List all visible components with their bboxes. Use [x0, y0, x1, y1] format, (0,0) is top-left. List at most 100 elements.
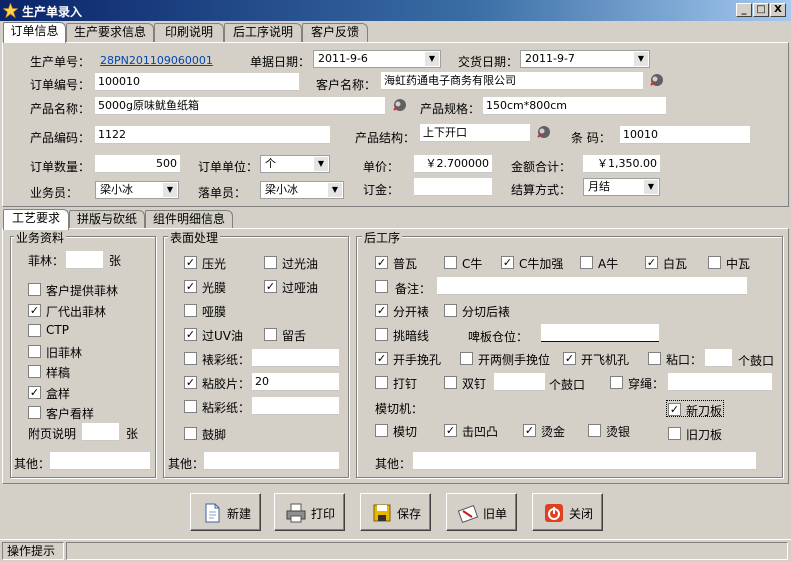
post-row4-2-checkbox[interactable]: ✓: [563, 352, 576, 365]
post-row7-1-checkbox[interactable]: ✓: [444, 424, 457, 437]
product-input[interactable]: 5000g原味鱿鱼纸箱: [95, 97, 385, 115]
dark-line-checkbox[interactable]: [375, 328, 388, 341]
save-button[interactable]: 保存: [360, 493, 431, 531]
close-window-button[interactable]: X: [770, 3, 786, 17]
surface-item-6-label: 留舌: [282, 329, 307, 343]
customer-input[interactable]: 海虹药通电子商务有限公司: [381, 72, 643, 90]
post-row5-0-checkbox[interactable]: [375, 376, 388, 389]
tab-components[interactable]: 组件明细信息: [145, 210, 233, 229]
post-row1-4-checkbox[interactable]: ✓: [645, 256, 658, 269]
surface-item-3-checkbox[interactable]: ✓: [264, 280, 277, 293]
delivery-picker[interactable]: 2011-9-7 ▼: [520, 50, 650, 68]
surface-item-5-checkbox[interactable]: ✓: [184, 328, 197, 341]
tab-order-info[interactable]: 订单信息: [3, 22, 66, 43]
post-row1-1-checkbox[interactable]: [444, 256, 457, 269]
old-knife-checkbox[interactable]: [668, 427, 681, 440]
business-item-3-checkbox[interactable]: [28, 344, 41, 358]
business-item-1-checkbox[interactable]: ✓: [28, 303, 41, 317]
new-button[interactable]: 新建: [190, 493, 261, 531]
code-input[interactable]: 1122: [95, 126, 330, 144]
tab-post-process[interactable]: 后工序说明: [224, 23, 302, 42]
qty-input[interactable]: 500: [95, 155, 180, 173]
post-row1-5-checkbox[interactable]: [708, 256, 721, 269]
chevron-down-icon: ▼: [425, 52, 439, 66]
business-item-4-checkbox[interactable]: [28, 365, 41, 378]
post-row4-0-checkbox[interactable]: ✓: [375, 352, 388, 365]
surface-item-2-checkbox[interactable]: ✓: [184, 280, 197, 293]
mount-paper-input[interactable]: [252, 349, 339, 367]
business-item-6-checkbox[interactable]: [28, 406, 41, 419]
rope-input[interactable]: [668, 373, 772, 391]
tab-print-desc[interactable]: 印刷说明: [154, 23, 224, 42]
post-row4-1-checkbox[interactable]: [460, 352, 473, 365]
beer-input[interactable]: [541, 324, 659, 342]
double-nail-input[interactable]: [494, 373, 545, 391]
prod-no-link[interactable]: 28PN201109060001: [100, 54, 213, 67]
business-item-0-checkbox[interactable]: [28, 283, 41, 296]
remark-input[interactable]: [437, 277, 747, 295]
post-row1-2-checkbox[interactable]: ✓: [501, 256, 514, 269]
spec-input[interactable]: 150cm*800cm: [483, 97, 666, 115]
surface-item-6-checkbox[interactable]: [264, 328, 277, 341]
clerk-label: 落单员：: [198, 186, 247, 200]
surface-item-9-checkbox[interactable]: [184, 400, 197, 413]
post-other-input[interactable]: [413, 452, 756, 470]
post-row7-2-checkbox[interactable]: ✓: [523, 424, 536, 437]
total-input: ￥1,350.00: [583, 155, 660, 173]
post-row7-0-checkbox[interactable]: [375, 424, 388, 437]
post-row1-0-checkbox[interactable]: ✓: [375, 256, 388, 269]
tab-customer-feedback[interactable]: 客户反馈: [302, 23, 368, 42]
surface-item-4-checkbox[interactable]: [184, 304, 197, 317]
post-row5-2-checkbox[interactable]: [610, 376, 623, 389]
deposit-input[interactable]: [414, 178, 492, 196]
title-bar: 生产单录入 _ □ X: [0, 0, 791, 21]
tab-craft-req[interactable]: 工艺要求: [3, 209, 69, 230]
business-other-input[interactable]: [50, 452, 150, 470]
unit-select[interactable]: 个 ▼: [260, 155, 330, 173]
product-picker-button[interactable]: [391, 97, 411, 115]
post-row7-3-checkbox[interactable]: [588, 424, 601, 437]
customer-picker-button[interactable]: [648, 72, 668, 90]
color-paper-input[interactable]: [252, 397, 339, 415]
order-no-input[interactable]: 100010: [95, 73, 299, 91]
total-label: 金额合计：: [511, 160, 572, 174]
close-button[interactable]: 关闭: [532, 493, 603, 531]
unit-label: 订单单位：: [198, 160, 259, 174]
sales-select[interactable]: 梁小冰 ▼: [95, 181, 179, 199]
surface-item-1-checkbox[interactable]: [264, 256, 277, 269]
post-row5-1-checkbox[interactable]: [444, 376, 457, 389]
surface-item-10-checkbox[interactable]: [184, 427, 197, 440]
surface-other-input[interactable]: [204, 452, 339, 470]
film-stick-input[interactable]: 20: [252, 373, 339, 391]
minimize-button[interactable]: _: [736, 3, 752, 17]
business-item-2-checkbox[interactable]: [28, 324, 41, 337]
print-button[interactable]: 打印: [274, 493, 345, 531]
tab-imposition[interactable]: 拼版与砍纸: [69, 210, 145, 229]
old-order-button[interactable]: 旧单: [446, 493, 517, 531]
tab-production-req[interactable]: 生产要求信息: [66, 23, 154, 42]
barcode-input[interactable]: 10010: [620, 126, 750, 144]
spec-label: 产品规格：: [420, 102, 481, 116]
remark-checkbox[interactable]: [375, 280, 388, 293]
surface-item-8-label: 粘胶片：: [202, 377, 251, 391]
split-before-checkbox[interactable]: ✓: [375, 304, 388, 317]
surface-item-8-checkbox[interactable]: ✓: [184, 376, 197, 389]
film-input[interactable]: [66, 251, 103, 269]
post-row4-3-checkbox[interactable]: [648, 352, 661, 365]
post-row7-3-label: 烫银: [606, 425, 631, 439]
maximize-button[interactable]: □: [753, 3, 769, 17]
date-picker[interactable]: 2011-9-6 ▼: [313, 50, 441, 68]
settle-select[interactable]: 月结 ▼: [583, 178, 660, 196]
price-input[interactable]: ￥2.700000: [414, 155, 492, 173]
attach-input[interactable]: [82, 423, 119, 441]
glue-input[interactable]: [705, 349, 732, 367]
chevron-down-icon: ▼: [644, 180, 658, 194]
business-item-5-checkbox[interactable]: ✓: [28, 385, 41, 399]
surface-item-0-checkbox[interactable]: ✓: [184, 256, 197, 269]
clerk-select[interactable]: 梁小冰 ▼: [260, 181, 344, 199]
structure-picker-button[interactable]: [535, 124, 555, 142]
surface-item-7-checkbox[interactable]: [184, 352, 197, 365]
split-after-checkbox[interactable]: [444, 304, 457, 317]
structure-input[interactable]: 上下开口: [420, 124, 530, 142]
post-row1-3-checkbox[interactable]: [580, 256, 593, 269]
